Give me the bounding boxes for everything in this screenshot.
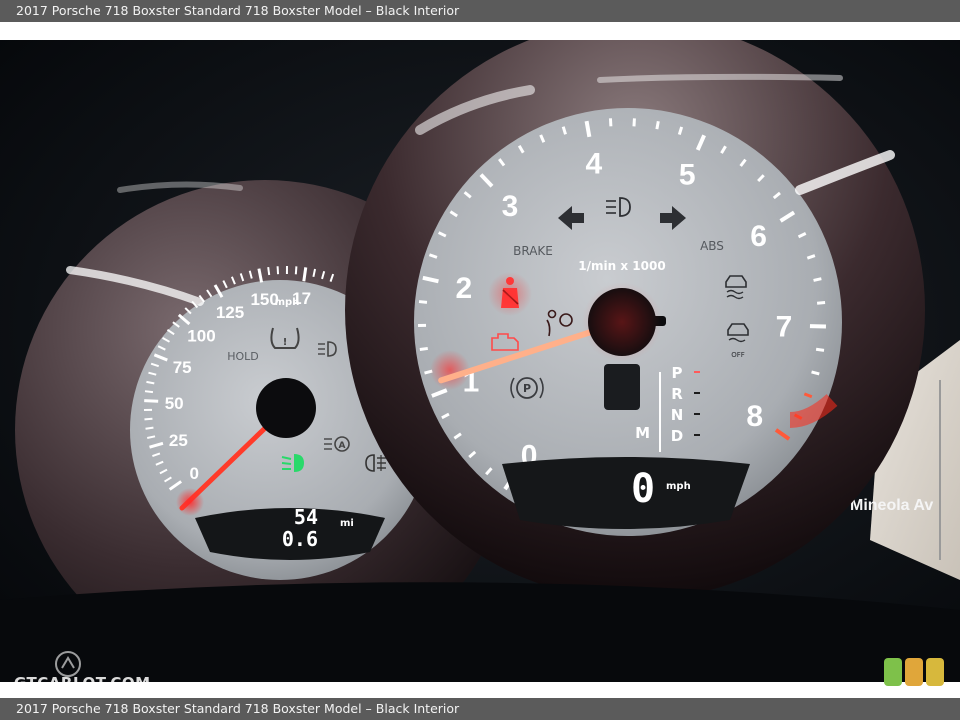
tachometer-tick (418, 300, 428, 304)
hold-label: HOLD (227, 350, 259, 363)
tachometer-tick (816, 300, 826, 305)
tachometer: 01234 5678 BRAKE ABS 1/min x 1000 OFF P … (345, 40, 925, 600)
speedometer-tick (145, 426, 154, 430)
stability-off-label: OFF (731, 351, 745, 359)
speedometer-hub (256, 378, 316, 438)
tachometer-number: 7 (776, 311, 793, 344)
speedometer-tick (144, 390, 154, 394)
dashboard-lower-trim (0, 582, 960, 682)
amber-light-icon (905, 658, 923, 686)
tachometer-number: 3 (502, 190, 519, 223)
gear-letter: R (671, 385, 683, 403)
tachometer-number: 5 (679, 159, 696, 192)
tachometer-number: 2 (455, 272, 472, 305)
odometer-value: 54 (294, 505, 318, 529)
manual-mode-label: M (635, 424, 650, 442)
abs-label: ABS (700, 239, 724, 253)
svg-text:P: P (523, 382, 531, 395)
green-light-icon (884, 658, 902, 686)
footer-caption: 2017 Porsche 718 Boxster Standard 718 Bo… (16, 701, 460, 716)
tachometer-tick (584, 120, 592, 138)
speedometer-tick (302, 267, 308, 282)
tachometer-tick (811, 370, 820, 376)
gear-letter: D (671, 427, 683, 445)
speedometer-number: 100 (187, 327, 215, 346)
tachometer-tick (813, 277, 822, 282)
yellow-light-icon (926, 658, 944, 686)
digital-speed-display (502, 457, 750, 529)
speedometer-number: 50 (165, 394, 184, 413)
gear-letter: P (672, 364, 683, 382)
watermark-text: GTCARLOT.COM (14, 674, 151, 692)
traffic-light-badge (884, 658, 946, 688)
speedometer-number: 125 (216, 303, 244, 322)
speedometer-tick (144, 399, 159, 403)
svg-text:A: A (339, 441, 346, 451)
speedometer-tick (144, 417, 153, 421)
top-caption-bar: 2017 Porsche 718 Boxster Standard 718 Bo… (0, 0, 960, 22)
trip-value: 0.6 (282, 527, 318, 551)
odometer-unit: mi (340, 518, 354, 529)
rpm-unit-label: 1/min x 1000 (578, 259, 665, 273)
header-title: 2017 Porsche 718 Boxster Standard 718 Bo… (16, 3, 460, 18)
gear-letter: N (671, 406, 684, 424)
digital-speed-unit: mph (666, 481, 691, 492)
dashboard-photo: Mineola Av 0 25 50 75 100 125 150 17 mph HOLD ! (0, 40, 960, 682)
speedometer-tick (267, 266, 271, 276)
speedometer-tick (294, 266, 298, 275)
map-street-label: Mineola Av (850, 497, 933, 514)
tachometer-tick (655, 120, 660, 130)
tachometer-tick (815, 347, 825, 352)
tachometer-number: 4 (586, 147, 603, 180)
speedometer-number: 0 (190, 464, 199, 483)
gear-display (604, 364, 640, 410)
tachometer-tick (419, 346, 428, 351)
bottom-caption-bar: 2017 Porsche 718 Boxster Standard 718 Bo… (0, 698, 960, 720)
digital-speed-value: 0 (631, 466, 655, 512)
speedometer-number: 75 (173, 358, 192, 377)
instrument-cluster: Mineola Av 0255075100125150 17 mph HOLD ! (0, 40, 960, 682)
tachometer-number: 6 (750, 220, 767, 253)
tachometer-number: 8 (746, 400, 763, 433)
speedometer-number: 25 (169, 431, 188, 450)
svg-text:!: ! (283, 337, 288, 348)
brake-label: BRAKE (513, 244, 553, 258)
speedometer-unit-label: mph (275, 297, 300, 308)
